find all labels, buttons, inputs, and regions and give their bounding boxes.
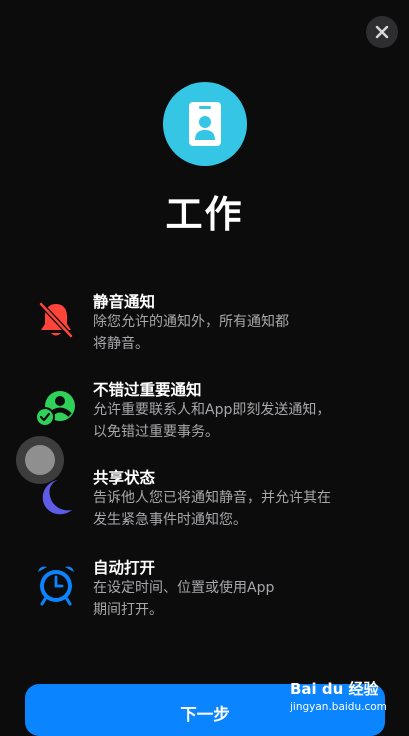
page-title: 工作 bbox=[165, 193, 244, 236]
alarm-clock-icon bbox=[34, 562, 78, 606]
feature-title: 不错过重要通知 bbox=[93, 381, 202, 399]
close-button[interactable] bbox=[366, 16, 398, 48]
feature-silence-notifications: 静音通知 除您允许的通知外，所有通知都 将静音。 bbox=[0, 290, 409, 370]
id-badge-icon bbox=[189, 102, 221, 146]
feature-title: 自动打开 bbox=[93, 559, 156, 577]
next-button-label: 下一步 bbox=[180, 705, 230, 724]
bell-slash-icon bbox=[34, 298, 78, 342]
feature-description: 允许重要联系人和App即刻发送通知， 以免错过重要事务。 bbox=[93, 402, 331, 440]
person-check-icon bbox=[34, 386, 78, 430]
feature-important-notifications: 不错过重要通知 允许重要联系人和App即刻发送通知， 以免错过重要事务。 bbox=[0, 378, 409, 458]
assistive-touch-knob bbox=[25, 445, 55, 475]
assistive-touch-button[interactable] bbox=[16, 436, 64, 484]
feature-title: 共享状态 bbox=[93, 469, 156, 487]
feature-title: 静音通知 bbox=[93, 293, 156, 311]
feature-description: 在设定时间、位置或使用App 期间打开。 bbox=[93, 580, 275, 618]
baidu-watermark: Bai du 经验 jingyan.baidu.com bbox=[290, 678, 390, 726]
feature-auto-enable: 自动打开 在设定时间、位置或使用App 期间打开。 bbox=[0, 556, 409, 636]
focus-mode-icon bbox=[163, 82, 247, 166]
watermark-site: jingyan.baidu.com bbox=[290, 701, 387, 713]
feature-description: 告诉他人您已将通知静音，并允许其在 发生紧急事件时通知您。 bbox=[93, 490, 331, 528]
feature-description: 除您允许的通知外，所有通知都 将静音。 bbox=[93, 314, 289, 352]
watermark-brand: Bai du 经验 bbox=[290, 680, 379, 698]
feature-share-status: 共享状态 告诉他人您已将通知静音，并允许其在 发生紧急事件时通知您。 bbox=[0, 466, 409, 546]
close-icon bbox=[375, 25, 389, 39]
